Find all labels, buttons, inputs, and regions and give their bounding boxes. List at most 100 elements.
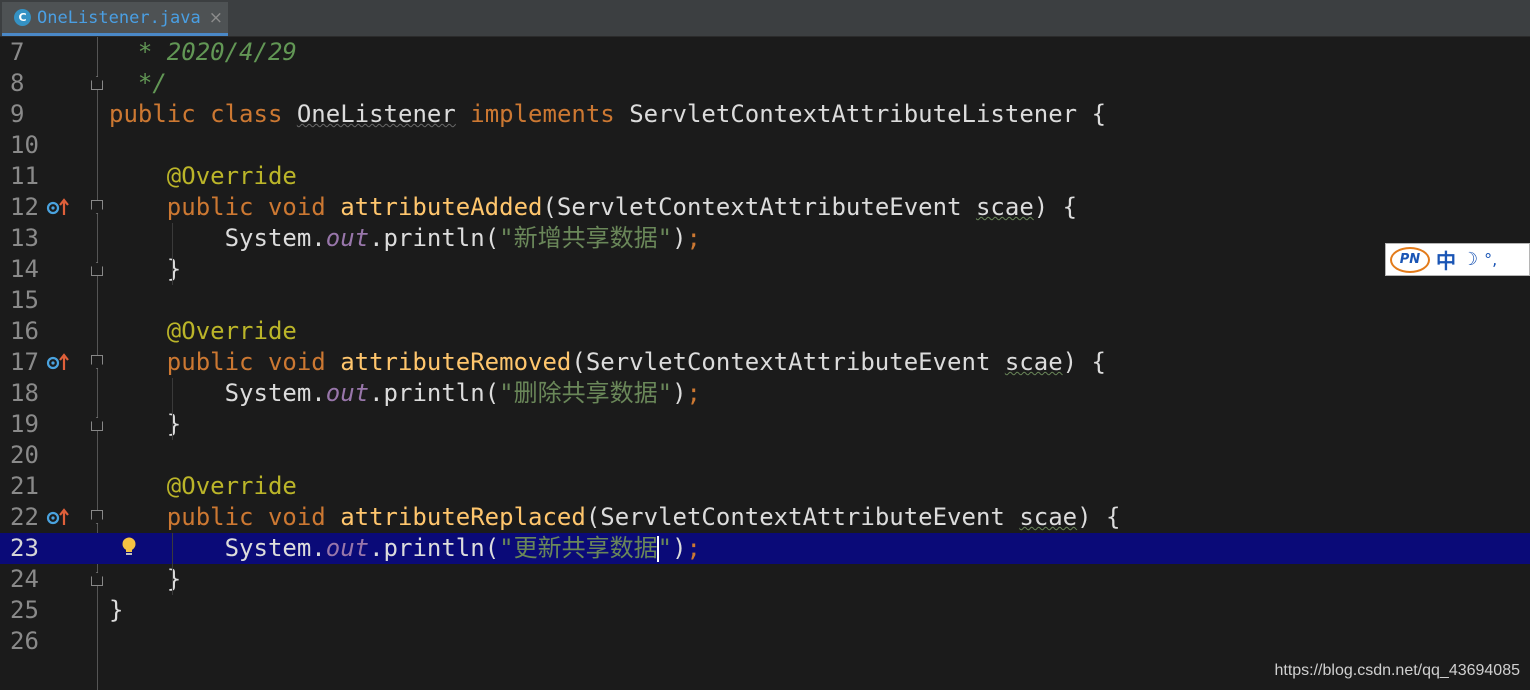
code-text: } bbox=[109, 254, 181, 285]
lightbulb-icon[interactable] bbox=[121, 536, 137, 558]
code-token: implements bbox=[455, 100, 630, 128]
line-number: 18 bbox=[10, 379, 39, 407]
code-token: @Override bbox=[109, 317, 297, 345]
code-line[interactable]: 21 @Override bbox=[0, 471, 1530, 502]
editor-tab-bar: C OneListener.java × bbox=[0, 0, 1530, 37]
code-line[interactable]: 8 */ bbox=[0, 68, 1530, 99]
code-token: public class bbox=[109, 100, 297, 128]
code-token: ) { bbox=[1033, 193, 1078, 221]
code-line[interactable]: 13 System.out.println("新增共享数据"); bbox=[0, 223, 1530, 254]
code-line[interactable]: 7 * 2020/4/29 bbox=[0, 37, 1530, 68]
indent-guide bbox=[172, 223, 173, 285]
ime-toolbar[interactable]: PN 中 ☽ °, bbox=[1385, 243, 1530, 276]
line-number: 10 bbox=[10, 131, 39, 159]
code-text: public void attributeRemoved(ServletCont… bbox=[109, 347, 1106, 378]
code-token: ServletContextAttributeListener { bbox=[629, 100, 1107, 128]
code-line[interactable]: 26 bbox=[0, 626, 1530, 657]
code-token: @Override bbox=[109, 472, 297, 500]
code-token: } bbox=[109, 255, 182, 283]
code-token: public void bbox=[109, 348, 341, 376]
tab-filename: OneListener.java bbox=[37, 7, 201, 28]
code-line[interactable]: 14 } bbox=[0, 254, 1530, 285]
code-text: @Override bbox=[109, 316, 297, 347]
code-token: @Override bbox=[109, 162, 297, 190]
implements-method-icon[interactable] bbox=[46, 197, 70, 217]
line-number: 26 bbox=[10, 627, 39, 655]
code-token: (ServletContextAttributeEvent bbox=[542, 193, 976, 221]
code-token: System. bbox=[109, 379, 326, 407]
code-text: } bbox=[109, 409, 181, 440]
ime-mode-toggle[interactable]: 中 bbox=[1436, 245, 1456, 274]
line-number: 8 bbox=[10, 69, 25, 97]
moon-icon[interactable]: ☽ bbox=[1462, 249, 1478, 270]
code-line[interactable]: 12 public void attributeAdded(ServletCon… bbox=[0, 192, 1530, 223]
code-token: ) bbox=[672, 534, 687, 562]
fold-end-icon[interactable] bbox=[91, 262, 103, 276]
code-token: } bbox=[109, 596, 124, 624]
fold-end-icon[interactable] bbox=[91, 76, 103, 90]
line-number: 14 bbox=[10, 255, 39, 283]
code-token: " bbox=[657, 534, 673, 562]
code-token: .println( bbox=[369, 534, 500, 562]
code-line[interactable]: 11 @Override bbox=[0, 161, 1530, 192]
code-token: ) { bbox=[1062, 348, 1107, 376]
code-line[interactable]: 15 bbox=[0, 285, 1530, 316]
fold-end-icon[interactable] bbox=[91, 572, 103, 586]
code-token: * 2020/4/29 bbox=[109, 38, 297, 66]
fold-collapse-icon[interactable] bbox=[91, 355, 103, 369]
code-line[interactable]: 17 public void attributeRemoved(ServletC… bbox=[0, 347, 1530, 378]
code-line[interactable]: 18 System.out.println("删除共享数据"); bbox=[0, 378, 1530, 409]
code-token: out bbox=[325, 379, 370, 407]
line-number: 20 bbox=[10, 441, 39, 469]
code-text: System.out.println("新增共享数据"); bbox=[109, 223, 701, 254]
indent-guide bbox=[172, 378, 173, 440]
fold-collapse-icon[interactable] bbox=[91, 510, 103, 524]
code-token: "更新共享数据 bbox=[499, 534, 658, 562]
code-text: * 2020/4/29 bbox=[109, 37, 297, 68]
implements-method-icon[interactable] bbox=[46, 352, 70, 372]
code-text: @Override bbox=[109, 161, 297, 192]
code-token: ) bbox=[672, 379, 687, 407]
code-token: attributeReplaced bbox=[340, 503, 586, 531]
line-number: 9 bbox=[10, 100, 25, 128]
code-line[interactable]: 24 } bbox=[0, 564, 1530, 595]
indent-guide bbox=[172, 533, 173, 595]
close-icon[interactable]: × bbox=[209, 8, 223, 28]
code-line[interactable]: 25} bbox=[0, 595, 1530, 626]
code-text: public void attributeAdded(ServletContex… bbox=[109, 192, 1077, 223]
implements-method-icon[interactable] bbox=[46, 507, 70, 527]
code-line[interactable]: 19 } bbox=[0, 409, 1530, 440]
code-token: ; bbox=[686, 534, 701, 562]
line-number: 13 bbox=[10, 224, 39, 252]
code-line[interactable]: 10 bbox=[0, 130, 1530, 161]
line-number: 21 bbox=[10, 472, 39, 500]
fold-collapse-icon[interactable] bbox=[91, 200, 103, 214]
code-token: attributeAdded bbox=[340, 193, 543, 221]
code-text: } bbox=[109, 595, 123, 626]
fold-end-icon[interactable] bbox=[91, 417, 103, 431]
file-tab[interactable]: C OneListener.java × bbox=[2, 2, 228, 36]
ime-punctuation-toggle[interactable]: °, bbox=[1484, 250, 1497, 269]
code-token: (ServletContextAttributeEvent bbox=[571, 348, 1005, 376]
code-token: public void bbox=[109, 503, 341, 531]
code-line[interactable]: 23 System.out.println("更新共享数据"); bbox=[0, 533, 1530, 564]
line-number: 15 bbox=[10, 286, 39, 314]
code-token: scae bbox=[1004, 348, 1063, 376]
code-token: ; bbox=[686, 224, 701, 252]
code-text: System.out.println("更新共享数据"); bbox=[109, 533, 701, 564]
line-number: 12 bbox=[10, 193, 39, 221]
code-line[interactable]: 16 @Override bbox=[0, 316, 1530, 347]
line-number: 22 bbox=[10, 503, 39, 531]
line-number: 16 bbox=[10, 317, 39, 345]
code-token: "新增共享数据" bbox=[499, 224, 673, 252]
code-line[interactable]: 20 bbox=[0, 440, 1530, 471]
line-number: 23 bbox=[10, 534, 39, 562]
code-line[interactable]: 22 public void attributeReplaced(Servlet… bbox=[0, 502, 1530, 533]
line-number: 19 bbox=[10, 410, 39, 438]
code-editor[interactable]: 7 * 2020/4/29 8 */9 public class OneListen… bbox=[0, 37, 1530, 690]
code-token: out bbox=[325, 224, 370, 252]
code-token: out bbox=[325, 534, 370, 562]
code-line[interactable]: 9 public class OneListener implements Ser… bbox=[0, 99, 1530, 130]
code-token: ) bbox=[672, 224, 687, 252]
line-number: 7 bbox=[10, 38, 25, 66]
